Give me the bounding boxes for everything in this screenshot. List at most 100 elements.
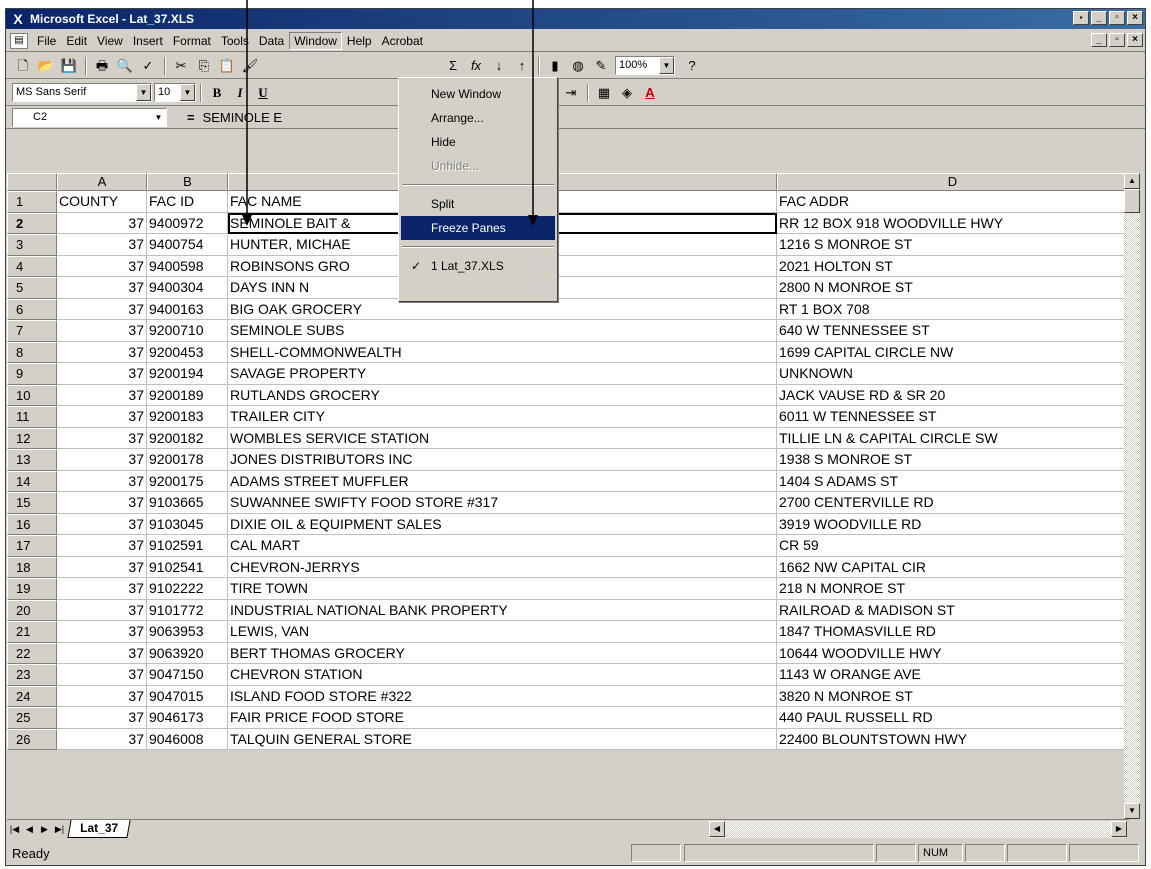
- doc-close-button[interactable]: ×: [1127, 33, 1143, 47]
- fill-color-icon[interactable]: ◈: [616, 83, 638, 103]
- spelling-icon[interactable]: ✓: [137, 56, 159, 76]
- cell-b[interactable]: 9200178: [147, 449, 228, 471]
- name-box[interactable]: C2 ▼: [12, 108, 167, 127]
- cell-c[interactable]: TIRE TOWN: [228, 578, 777, 600]
- cell-c[interactable]: LEWIS, VAN: [228, 621, 777, 643]
- cell-b[interactable]: 9400163: [147, 298, 228, 320]
- cell-b[interactable]: FAC ID: [147, 191, 228, 213]
- save-icon[interactable]: 💾: [58, 56, 80, 76]
- cell-b[interactable]: 9102541: [147, 556, 228, 578]
- select-all-corner[interactable]: [7, 173, 57, 191]
- cell-b[interactable]: 9200183: [147, 406, 228, 428]
- cell-d[interactable]: 1404 S ADAMS ST: [777, 470, 1128, 492]
- cell-b[interactable]: 9400304: [147, 277, 228, 299]
- scroll-down-button[interactable]: ▼: [1124, 803, 1140, 819]
- menu-item-new-window[interactable]: New Window: [401, 82, 555, 106]
- row-header[interactable]: 7: [7, 320, 57, 342]
- cell-c[interactable]: TRAILER CITY: [228, 406, 777, 428]
- map-icon[interactable]: ◍: [567, 56, 589, 76]
- row-header[interactable]: 9: [7, 363, 57, 385]
- cell-d[interactable]: 6011 W TENNESSEE ST: [777, 406, 1128, 428]
- menu-window[interactable]: Window: [289, 31, 342, 50]
- cell-c[interactable]: CHEVRON-JERRYS: [228, 556, 777, 578]
- cell-a[interactable]: 37: [57, 535, 147, 557]
- minimize-button[interactable]: _: [1091, 11, 1107, 25]
- cell-c[interactable]: ISLAND FOOD STORE #322: [228, 685, 777, 707]
- cell-c[interactable]: SEMINOLE SUBS: [228, 320, 777, 342]
- cell-c[interactable]: DIXIE OIL & EQUIPMENT SALES: [228, 513, 777, 535]
- cell-c[interactable]: CHEVRON STATION: [228, 664, 777, 686]
- help-icon[interactable]: ▪: [1073, 11, 1089, 25]
- autosum-icon[interactable]: Σ: [442, 56, 464, 76]
- chevron-down-icon[interactable]: ▼: [151, 109, 166, 126]
- cell-b[interactable]: 9200453: [147, 341, 228, 363]
- cell-d[interactable]: 1938 S MONROE ST: [777, 449, 1128, 471]
- cell-c[interactable]: INDUSTRIAL NATIONAL BANK PROPERTY: [228, 599, 777, 621]
- chevron-down-icon[interactable]: ▼: [659, 57, 674, 74]
- cell-a[interactable]: 37: [57, 556, 147, 578]
- cell-d[interactable]: JACK VAUSE RD & SR 20: [777, 384, 1128, 406]
- copy-icon[interactable]: ⎘: [193, 56, 215, 76]
- cell-d[interactable]: RAILROAD & MADISON ST: [777, 599, 1128, 621]
- menu-edit[interactable]: Edit: [61, 32, 92, 50]
- cell-c[interactable]: SAVAGE PROPERTY: [228, 363, 777, 385]
- cell-d[interactable]: RT 1 BOX 708: [777, 298, 1128, 320]
- cell-d[interactable]: 1699 CAPITAL CIRCLE NW: [777, 341, 1128, 363]
- cell-a[interactable]: 37: [57, 664, 147, 686]
- cell-a[interactable]: 37: [57, 212, 147, 234]
- prev-sheet-icon[interactable]: ◀: [22, 821, 37, 838]
- drawing-icon[interactable]: ✎: [590, 56, 612, 76]
- row-header[interactable]: 26: [7, 728, 57, 750]
- row-header[interactable]: 23: [7, 664, 57, 686]
- cell-c[interactable]: WOMBLES SERVICE STATION: [228, 427, 777, 449]
- cell-b[interactable]: 9102591: [147, 535, 228, 557]
- menu-item-freeze-panes[interactable]: Freeze Panes: [401, 216, 555, 240]
- row-header[interactable]: 20: [7, 599, 57, 621]
- cell-d[interactable]: CR 59: [777, 535, 1128, 557]
- chevron-down-icon[interactable]: ▼: [180, 84, 195, 101]
- row-header[interactable]: 13: [7, 449, 57, 471]
- print-icon[interactable]: 🖶: [91, 56, 113, 76]
- row-header[interactable]: 2: [7, 212, 57, 234]
- chevron-down-icon[interactable]: ▼: [136, 84, 151, 101]
- cell-b[interactable]: 9063953: [147, 621, 228, 643]
- menu-tools[interactable]: Tools: [216, 32, 254, 50]
- cell-c[interactable]: SUWANNEE SWIFTY FOOD STORE #317: [228, 492, 777, 514]
- menu-item-hide[interactable]: Hide: [401, 130, 555, 154]
- cell-d[interactable]: 2021 HOLTON ST: [777, 255, 1128, 277]
- cell-c[interactable]: FAIR PRICE FOOD STORE: [228, 707, 777, 729]
- cell-d[interactable]: 2700 CENTERVILLE RD: [777, 492, 1128, 514]
- cell-a[interactable]: 37: [57, 320, 147, 342]
- doc-restore-button[interactable]: ▫: [1109, 33, 1125, 47]
- cell-b[interactable]: 9200175: [147, 470, 228, 492]
- cell-a[interactable]: 37: [57, 427, 147, 449]
- cell-a[interactable]: 37: [57, 642, 147, 664]
- sort-ascending-icon[interactable]: ↓: [488, 56, 510, 76]
- borders-icon[interactable]: ▦: [593, 83, 615, 103]
- row-header[interactable]: 10: [7, 384, 57, 406]
- scroll-thumb[interactable]: [1124, 189, 1140, 213]
- cell-b[interactable]: 9200194: [147, 363, 228, 385]
- column-header-a[interactable]: A: [57, 173, 147, 191]
- menu-insert[interactable]: Insert: [128, 32, 168, 50]
- cell-a[interactable]: 37: [57, 513, 147, 535]
- cell-d[interactable]: 3820 N MONROE ST: [777, 685, 1128, 707]
- row-header[interactable]: 25: [7, 707, 57, 729]
- menu-file[interactable]: File: [32, 32, 61, 50]
- excel-icon[interactable]: X: [10, 11, 26, 27]
- horizontal-scrollbar[interactable]: ◀ ▶: [709, 821, 1127, 838]
- scroll-up-button[interactable]: ▲: [1124, 173, 1140, 189]
- vertical-scrollbar[interactable]: ▲ ▼: [1124, 173, 1140, 819]
- formula-input[interactable]: SEMINOLE E: [203, 110, 282, 125]
- cell-b[interactable]: 9200189: [147, 384, 228, 406]
- cell-a[interactable]: 37: [57, 234, 147, 256]
- new-icon[interactable]: 🗋: [12, 56, 34, 76]
- row-header[interactable]: 11: [7, 406, 57, 428]
- increase-indent-icon[interactable]: ⇥: [560, 83, 582, 103]
- row-header[interactable]: 4: [7, 255, 57, 277]
- cell-a[interactable]: 37: [57, 621, 147, 643]
- row-header[interactable]: 15: [7, 492, 57, 514]
- last-sheet-icon[interactable]: ▶|: [52, 821, 67, 838]
- close-button[interactable]: ×: [1127, 11, 1143, 25]
- first-sheet-icon[interactable]: |◀: [7, 821, 22, 838]
